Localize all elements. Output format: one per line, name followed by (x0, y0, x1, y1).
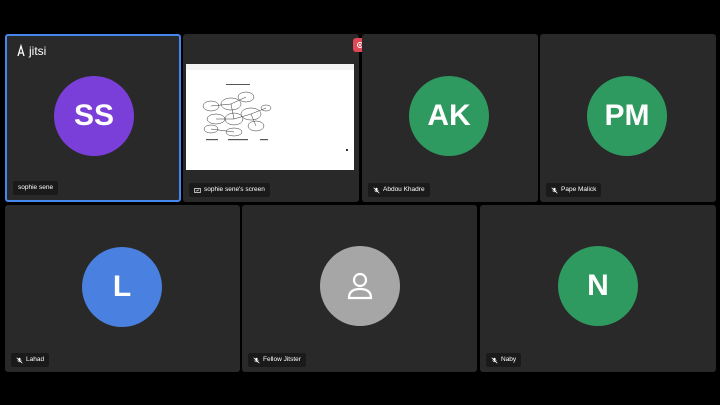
avatar: L (82, 247, 162, 327)
participant-tile-naby[interactable]: N Naby (480, 205, 716, 372)
participant-name: Pape Malick (561, 186, 597, 193)
participant-name-tag: Abdou Khadre (368, 183, 430, 197)
avatar-initials: SS (73, 99, 115, 132)
participant-tile-abdou-khadre[interactable]: AK Abdou Khadre (362, 34, 538, 202)
participant-name-tag: Naby (486, 353, 522, 367)
avatar (320, 246, 400, 326)
avatar: SS (54, 76, 134, 156)
avatar-initials: PM (604, 99, 650, 132)
participant-tile-fellow-jitster[interactable]: Fellow Jitster (242, 205, 477, 372)
shared-screen-content (186, 64, 354, 170)
mic-muted-icon (373, 186, 380, 194)
participant-name-tag: sophie sene (13, 181, 59, 195)
participant-tile-pape-malick[interactable]: PM Pape Malick (540, 34, 716, 202)
participant-name: Naby (501, 356, 517, 363)
participant-name-tag: Lahad (11, 353, 50, 367)
participant-name-tag: sophie sene's screen (189, 183, 270, 197)
shared-screen-toolbar (186, 64, 354, 70)
avatar: AK (409, 76, 489, 156)
participant-name-tag: Pape Malick (546, 183, 602, 197)
participant-tile-lahad[interactable]: L Lahad (5, 205, 240, 372)
participant-name-tag: Fellow Jitster (248, 353, 306, 367)
participant-tile-sophie-sene[interactable]: jitsi SS sophie sene (5, 34, 181, 202)
default-user-icon (347, 272, 373, 300)
participant-name: sophie sene's screen (204, 186, 265, 193)
diagram-thumbnail (202, 84, 348, 151)
screen-share-icon (194, 187, 201, 193)
avatar-initials: AK (427, 99, 471, 132)
avatar: N (558, 246, 638, 326)
participant-name: Abdou Khadre (383, 186, 425, 193)
participant-name: Lahad (26, 356, 45, 363)
jitsi-logo: jitsi (15, 44, 46, 58)
screen-share-tile[interactable]: sophie sene's screen (183, 34, 359, 202)
jitsi-logo-text: jitsi (29, 44, 47, 58)
avatar: PM (587, 76, 667, 156)
participant-name: sophie sene (18, 184, 54, 191)
participant-name: Fellow Jitster (263, 356, 301, 363)
jitsi-logo-icon (17, 44, 25, 57)
mic-muted-icon (551, 186, 558, 194)
mic-muted-icon (16, 356, 23, 364)
mic-muted-icon (253, 356, 260, 364)
avatar-initials: L (112, 270, 132, 303)
mic-muted-icon (491, 356, 498, 364)
avatar-initials: N (587, 269, 609, 302)
